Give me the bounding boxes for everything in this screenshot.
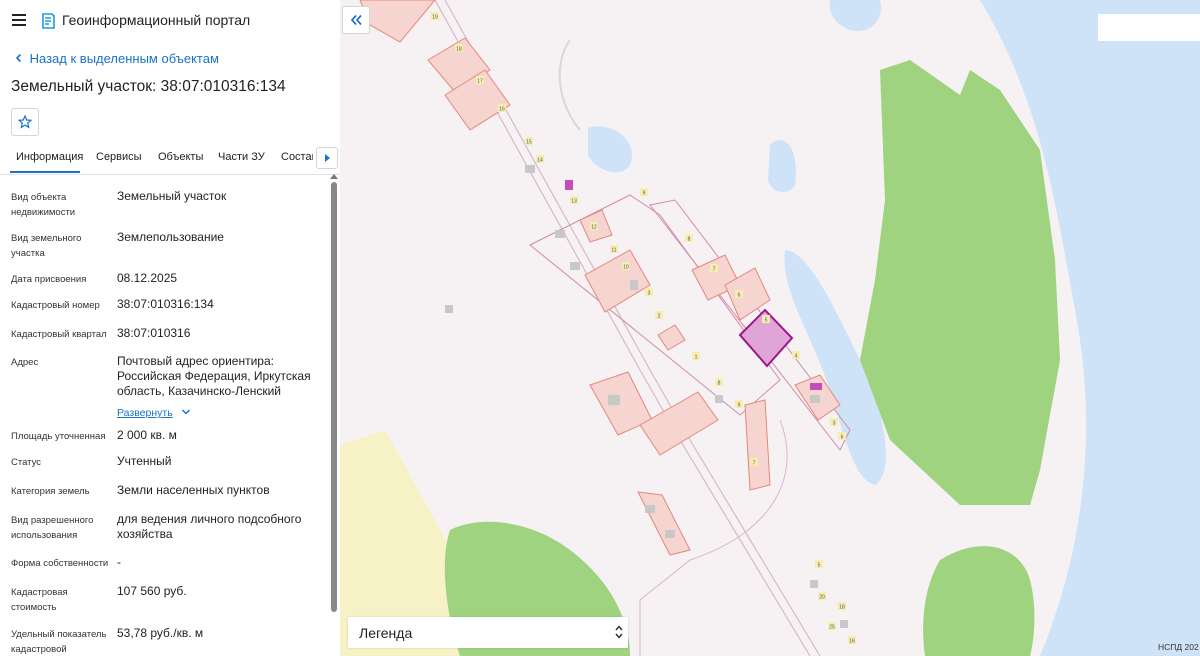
active-tab-indicator [10,171,80,173]
back-link-label: Назад к выделенным объектам [29,51,219,66]
parcel-number-label: 15 [526,140,532,146]
expand-label: Развернуть [117,407,173,419]
scroll-up-arrow[interactable] [330,174,338,179]
prop-value-parcel-type: Землепользование [117,230,224,244]
prop-label-address: Адрес [11,357,39,368]
prop-label-permitted-use: Вид разрешенного использования [11,515,94,541]
tab-objects[interactable]: Объекты [158,151,203,163]
prop-label-specific-value: Удельный показатель кадастровой [11,629,107,655]
prop-value-land-category: Земли населенных пунктов [117,483,270,497]
tab-info[interactable]: Информация [16,151,83,163]
map-view[interactable]: 19 18 17 16 15 14 13 12 11 10 9 8 7 6 5 4 3 2 1 8 9 3 6 7 5 20 18 2… [340,0,1200,656]
page-title: Земельный участок: 38:07:010316:134 [11,78,286,95]
chevron-down-icon [182,409,191,415]
highlight-building [810,383,822,390]
prop-value-address: Почтовый адрес ориентира: Российская Фед… [117,354,311,398]
parcel-number-label: 4 [795,354,798,360]
prop-value-specific-value: 53,78 руб./кв. м [117,626,204,640]
parcel-number-label: 3 [648,291,651,297]
portal-logo-icon [42,13,55,29]
parcel-number-label: 25 [829,625,835,631]
star-icon [18,115,32,129]
prop-label-parcel-type: Вид земельного участка [11,233,82,259]
map-copyright: НСПД 202 [1158,642,1199,652]
prop-value-permitted-use: для ведения личного подсобного хозяйства [117,512,302,541]
parcel-number-label: 5 [765,318,768,324]
parcel-number-label: 13 [571,199,577,205]
parcels [359,0,841,556]
parcel-number-label: 7 [753,461,756,467]
parcel-number-label: 9 [738,403,741,409]
parcel-number-label: 2 [658,314,661,320]
parcel-number-label: 7 [713,267,716,273]
back-to-selection-link[interactable]: Назад к выделенным объектам [12,51,219,66]
legend-label: Легенда [359,625,413,641]
parcel-number-label: 6 [841,435,844,441]
parcel-number-label: 18 [839,605,845,611]
hamburger-icon[interactable] [12,14,26,26]
prop-value-date: 08.12.2025 [117,271,178,285]
parcel-number-label: 9 [643,191,646,197]
favorite-button[interactable] [11,108,39,136]
prop-label-cadastral-value: Кадастровая стоимость [11,587,68,613]
prop-value-area: 2 000 кв. м [117,428,177,442]
parcel-number-label: 10 [623,265,629,271]
prop-label-object-type: Вид объекта недвижимости [11,192,76,218]
top-bar: Геоинформационный портал [0,0,340,42]
tabs-next-button[interactable] [316,147,338,169]
prop-value-object-type: Земельный участок [117,189,227,203]
prop-label-date: Дата присвоения [11,274,87,285]
properties-list: Вид объекта недвижимости Земельный участ… [0,182,330,656]
map-search-box[interactable] [1098,14,1200,41]
parcel-number-label: 1 [695,355,698,361]
forest-southeast [923,546,1035,656]
caret-right-icon [325,154,330,162]
lake-top [829,0,881,31]
parcel-number-label: 19 [432,15,438,21]
collapse-panel-button[interactable] [342,6,370,34]
parcel-number-label: 5 [818,563,821,569]
prop-value-cadastral-quarter: 38:07:010316 [117,326,191,340]
path-1 [558,39,581,131]
prop-label-land-category: Категория земель [11,486,90,497]
parcel-number-label: 17 [477,79,483,85]
parcel-number-label: 18 [456,47,462,53]
double-chevron-left-icon [350,14,362,26]
parcel-number-label: 14 [537,158,543,164]
prop-value-ownership: - [117,555,121,569]
chevron-left-icon [15,53,22,63]
prop-label-cadastral-quarter: Кадастровый квартал [11,329,107,340]
tab-services[interactable]: Сервисы [96,151,142,163]
parcel-number-label: 16 [499,107,505,113]
parcel-number-label: 11 [611,248,616,254]
prop-value-cadastral-number: 38:07:010316:134 [117,297,214,311]
prop-label-cadastral-number: Кадастровый номер [11,300,100,311]
parcel-number-label: 12 [591,225,597,231]
parcel-number-label: 20 [819,595,825,601]
prop-value-status: Учтенный [117,454,172,468]
tab-parts[interactable]: Части ЗУ [218,151,265,163]
expand-address-link[interactable]: Развернуть [117,403,191,421]
pond [588,126,632,173]
portal-title: Геоинформационный портал [62,12,251,28]
prop-label-area: Площадь уточненная [11,431,106,442]
parcel-number-label: 16 [849,639,855,645]
forest-east [860,60,1060,505]
parcel-number-label: 8 [688,237,691,243]
tab-composition[interactable]: Состав [281,151,313,163]
map-canvas: 1918171615141312111098765432189367520182… [340,0,1200,656]
legend-panel[interactable]: Легенда [348,617,628,648]
prop-label-status: Статус [11,457,42,468]
parcel-number-label: 6 [738,293,741,299]
parcel-number-label: 8 [718,381,721,387]
sidebar-scrollbar[interactable] [331,182,337,612]
parcel-number-label: 3 [833,421,836,427]
prop-value-cadastral-value: 107 560 руб. [117,584,187,598]
pond-2 [768,139,796,192]
highlight-building-2 [565,180,573,190]
tab-bar: Информация Сервисы Объекты Части ЗУ Сост… [0,144,340,175]
prop-label-ownership: Форма собственности [11,558,109,569]
info-sidebar: Геоинформационный портал Назад к выделен… [0,0,341,656]
up-down-arrows-icon[interactable] [614,623,624,641]
